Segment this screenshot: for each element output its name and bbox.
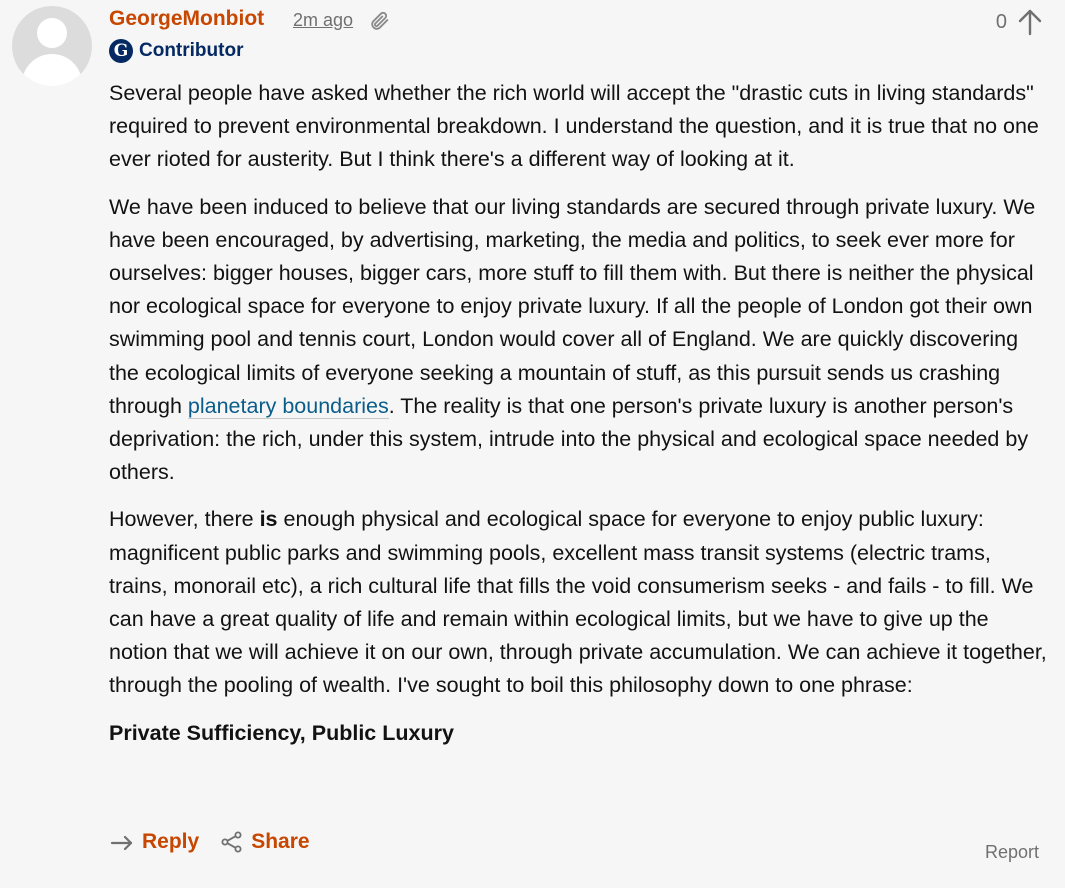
reply-label: Reply (142, 830, 200, 853)
comment-paragraph-3: However, there is enough physical and ec… (109, 503, 1049, 702)
comment-paragraph-1: Several people have asked whether the ri… (109, 81, 1039, 172)
comment-paragraph-2: We have been induced to believe that our… (109, 191, 1049, 490)
contributor-label: Contributor (139, 40, 244, 61)
recommend-control: 0 (996, 8, 1043, 36)
report-link[interactable]: Report (985, 842, 1039, 863)
paragraph-2-text-start: We have been induced to believe that our… (109, 194, 1036, 418)
avatar-head-shape (37, 18, 67, 48)
paperclip-icon[interactable] (369, 10, 391, 32)
author-name[interactable]: GeorgeMonbiot (109, 7, 264, 31)
comment-actions: Reply Share (110, 830, 332, 854)
share-button[interactable]: Share (221, 830, 310, 854)
guardian-logo-icon: G (109, 39, 133, 63)
paragraph-3-text-end: enough physical and ecological space for… (109, 507, 1047, 698)
reply-button[interactable]: Reply (110, 830, 199, 854)
paragraph-3-bold-word: is (259, 507, 278, 532)
comment-body: Several people have asked whether the ri… (109, 77, 1049, 764)
avatar[interactable] (12, 6, 92, 86)
comment-paragraph-4: Private Sufficiency, Public Luxury (109, 720, 454, 745)
contributor-badge: G Contributor (109, 38, 243, 64)
comment-card: GeorgeMonbiot 2m ago G Contributor 0 Sev… (0, 0, 1065, 888)
recommend-count: 0 (995, 10, 1007, 33)
paragraph-3-text-start: However, there (109, 507, 260, 532)
share-icon (221, 831, 242, 853)
comment-timestamp[interactable]: 2m ago (293, 10, 353, 31)
planetary-boundaries-link[interactable]: planetary boundaries (187, 393, 389, 419)
up-arrow-icon[interactable] (1017, 8, 1043, 36)
reply-arrow-icon (110, 835, 133, 851)
avatar-body-shape (22, 54, 82, 86)
share-label: Share (251, 830, 310, 853)
